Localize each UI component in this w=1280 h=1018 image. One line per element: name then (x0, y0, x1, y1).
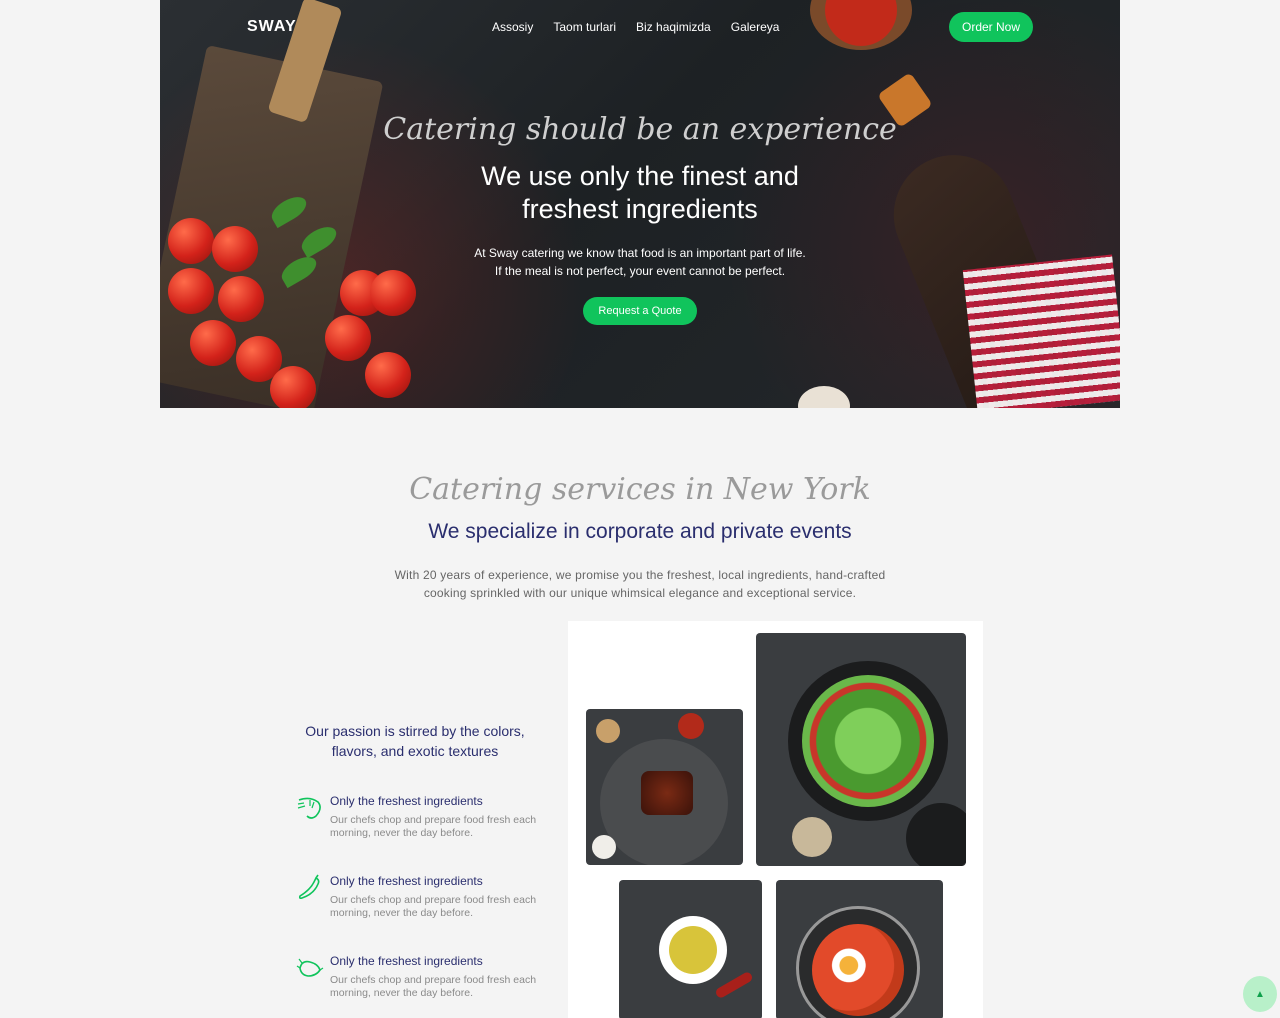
main-nav: Assosiy Taom turlari Biz haqimizda Galer… (492, 20, 779, 34)
feature-item: Only the freshest ingredients Our chefs … (296, 874, 556, 934)
garlic-image (798, 386, 850, 408)
tomato-image (365, 352, 411, 398)
feature-text-line: Our chefs chop and prepare food fresh ea… (330, 814, 537, 826)
hero-section: SWAY Assosiy Taom turlari Biz haqimizda … (160, 0, 1120, 408)
hero-description: At Sway catering we know that food is an… (160, 244, 1120, 280)
request-quote-button[interactable]: Request a Quote (583, 297, 697, 325)
feature-text: Our chefs chop and prepare food fresh ea… (330, 894, 550, 920)
scroll-to-top-button[interactable]: ▲ (1243, 976, 1277, 1012)
services-title: We specialize in corporate and private e… (428, 520, 852, 543)
passion-heading: Our passion is stirred by the colors, fl… (290, 721, 540, 761)
hero-description-line: At Sway catering we know that food is an… (474, 246, 806, 260)
services-description-line: cooking sprinkled with our unique whimsi… (423, 586, 857, 600)
services-description-line: With 20 years of experience, we promise … (394, 568, 886, 582)
feature-text-line: morning, never the day before. (330, 907, 474, 919)
gallery-photo-steak (586, 709, 743, 865)
tomato-image (325, 315, 371, 361)
feature-text-line: morning, never the day before. (330, 827, 474, 839)
nav-item-home[interactable]: Assosiy (492, 20, 533, 34)
feature-item: Only the freshest ingredients Our chefs … (296, 954, 556, 1014)
feature-text-line: morning, never the day before. (330, 987, 474, 999)
feature-item: Only the freshest ingredients Our chefs … (296, 794, 556, 854)
brand-logo[interactable]: SWAY (247, 18, 297, 36)
hero-title-line: freshest ingredients (522, 194, 758, 224)
nav-item-gallery[interactable]: Galereya (731, 20, 780, 34)
gallery-photo-olive-oil (619, 880, 762, 1018)
hero-title-line: We use only the finest and (481, 161, 799, 191)
nav-item-about[interactable]: Biz haqimizda (636, 20, 711, 34)
order-now-button[interactable]: Order Now (949, 12, 1033, 42)
feature-title: Only the freshest ingredients (330, 794, 483, 808)
food-gallery (568, 621, 983, 1018)
nav-item-menu-types[interactable]: Taom turlari (553, 20, 616, 34)
gallery-photo-salad (756, 633, 966, 866)
tomato-image (218, 276, 264, 322)
hero-description-line: If the meal is not perfect, your event c… (494, 264, 786, 278)
tomato-image (270, 366, 316, 408)
feature-title: Only the freshest ingredients (330, 954, 483, 968)
feature-text-line: Our chefs chop and prepare food fresh ea… (330, 894, 537, 906)
gallery-photo-shakshuka (776, 880, 943, 1018)
feature-text: Our chefs chop and prepare food fresh ea… (330, 814, 550, 840)
chicken-icon (296, 958, 324, 977)
tomato-image (190, 320, 236, 366)
feature-text: Our chefs chop and prepare food fresh ea… (330, 974, 550, 1000)
passion-heading-line: flavors, and exotic textures (331, 743, 499, 759)
spice-bowl-image (810, 0, 912, 50)
feature-title: Only the freshest ingredients (330, 874, 483, 888)
passion-heading-line: Our passion is stirred by the colors, (305, 723, 525, 739)
arrow-up-icon: ▲ (1255, 988, 1265, 1000)
services-script-tagline: Catering services in New York (409, 472, 871, 507)
hero-script-tagline: Catering should be an experience (383, 112, 897, 147)
hero-title: We use only the finest and freshest ingr… (160, 160, 1120, 226)
feature-text-line: Our chefs chop and prepare food fresh ea… (330, 974, 537, 986)
shrimp-icon (297, 797, 321, 819)
services-description: With 20 years of experience, we promise … (0, 566, 1280, 602)
pepper-icon (298, 874, 320, 900)
